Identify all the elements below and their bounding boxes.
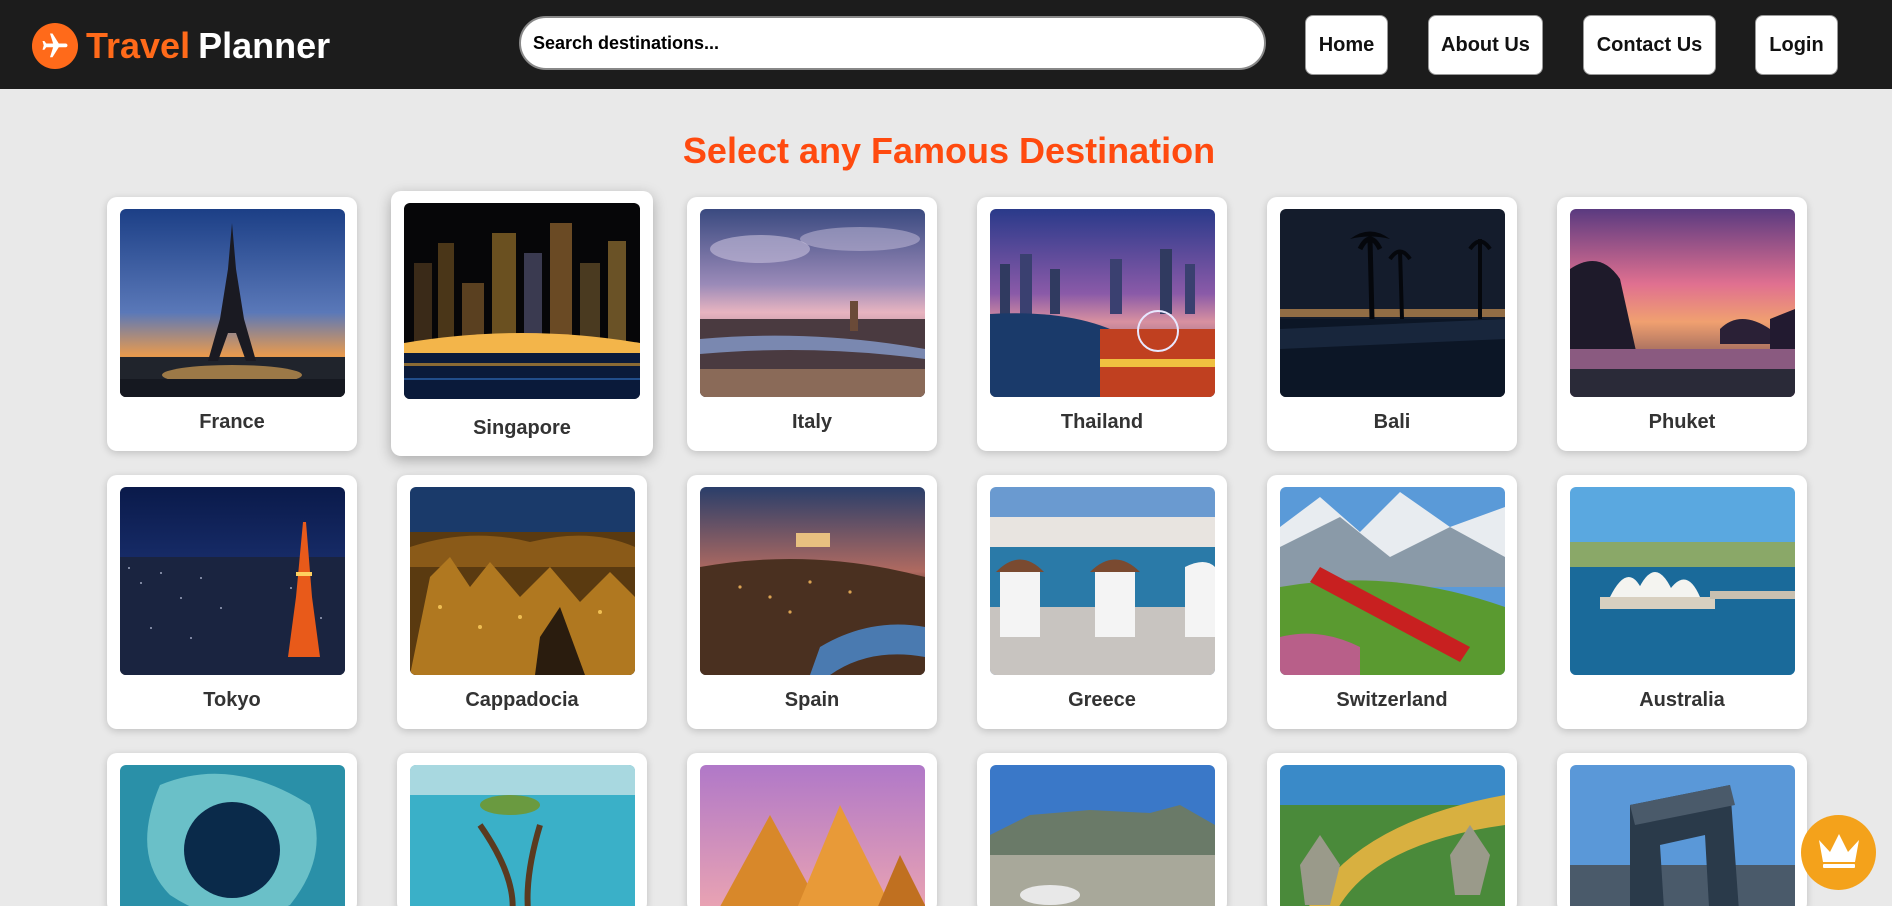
destination-card-row3-5[interactable] [1267, 753, 1517, 906]
destination-card-australia[interactable]: Australia [1557, 475, 1807, 729]
destination-card-cappadocia[interactable]: Cappadocia [397, 475, 647, 729]
nav-contact-button[interactable]: Contact Us [1583, 15, 1716, 75]
destination-card-france[interactable]: France [107, 197, 357, 451]
navbar: Travel Planner Home About Us Contact Us … [0, 0, 1892, 89]
tokyo-image [120, 487, 345, 675]
destination-label: Bali [1373, 411, 1411, 433]
maldives-image [410, 765, 635, 906]
thailand-image [990, 209, 1215, 397]
destination-label: Tokyo [203, 689, 261, 711]
crown-icon [1816, 830, 1862, 875]
destination-label: Cappadocia [465, 689, 579, 711]
egypt-image [700, 765, 925, 906]
cappadocia-image [410, 487, 635, 675]
nav-home-button[interactable]: Home [1305, 15, 1388, 75]
italy-image [700, 209, 925, 397]
destination-card-row3-2[interactable] [397, 753, 647, 906]
france-image [120, 209, 345, 397]
destination-label: Australia [1639, 689, 1725, 711]
page-heading: Select any Famous Destination [682, 130, 1216, 171]
search-input[interactable] [519, 16, 1266, 70]
brand-logo[interactable]: Travel Planner [32, 23, 331, 69]
cape-town-image [990, 765, 1215, 906]
destination-label: Italy [791, 411, 833, 433]
airplane-icon [32, 23, 78, 69]
destination-card-singapore[interactable]: Singapore [391, 191, 653, 456]
destination-card-thailand[interactable]: Thailand [977, 197, 1227, 451]
destination-card-row3-3[interactable] [687, 753, 937, 906]
bali-image [1280, 209, 1505, 397]
destination-card-spain[interactable]: Spain [687, 475, 937, 729]
golden-bridge-image [1280, 765, 1505, 906]
destination-card-tokyo[interactable]: Tokyo [107, 475, 357, 729]
destination-card-row3-4[interactable] [977, 753, 1227, 906]
premium-crown-button[interactable] [1801, 815, 1876, 890]
destination-label: Singapore [473, 417, 571, 439]
destination-card-row3-1[interactable] [107, 753, 357, 906]
destination-card-phuket[interactable]: Phuket [1557, 197, 1807, 451]
destination-card-italy[interactable]: Italy [687, 197, 937, 451]
blue-hole-image [120, 765, 345, 906]
beijing-cctv-image [1570, 765, 1795, 906]
nav-login-button[interactable]: Login [1755, 15, 1838, 75]
destination-card-row3-6[interactable] [1557, 753, 1807, 906]
australia-image [1570, 487, 1795, 675]
destination-label: Greece [1068, 689, 1136, 711]
destination-card-bali[interactable]: Bali [1267, 197, 1517, 451]
destination-card-greece[interactable]: Greece [977, 475, 1227, 729]
brand-word-travel: Travel [86, 25, 191, 66]
destination-label: Switzerland [1336, 689, 1448, 711]
destination-label: Spain [784, 689, 840, 711]
singapore-image [404, 203, 640, 399]
destination-label: Thailand [1060, 411, 1144, 433]
phuket-image [1570, 209, 1795, 397]
destination-label: France [199, 411, 265, 433]
greece-image [990, 487, 1215, 675]
nav-about-button[interactable]: About Us [1428, 15, 1543, 75]
switzerland-image [1280, 487, 1505, 675]
spain-image [700, 487, 925, 675]
brand-word-planner: Planner [198, 25, 331, 66]
destination-label: Phuket [1648, 411, 1716, 433]
destination-card-switzerland[interactable]: Switzerland [1267, 475, 1517, 729]
